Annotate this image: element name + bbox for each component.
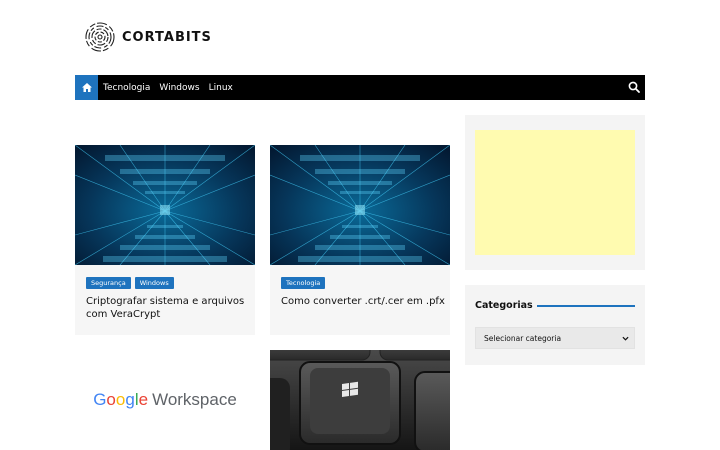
- search-icon[interactable]: [628, 81, 640, 93]
- post-tags: Segurança Windows: [86, 277, 178, 289]
- widget-title: Categorias: [475, 300, 533, 311]
- chevron-down-icon: [622, 336, 629, 341]
- post-card: Segurança Windows Criptografar sistema e…: [75, 145, 255, 335]
- tag-windows[interactable]: Windows: [134, 277, 174, 289]
- google-workspace-thumbnail[interactable]: Google Workspace: [75, 350, 255, 450]
- tag-seguranca[interactable]: Segurança: [86, 277, 131, 289]
- category-select[interactable]: Selecionar categoria: [475, 327, 635, 349]
- sidebar-ad-widget: [465, 115, 645, 270]
- site-name: CORTABITS: [122, 29, 212, 45]
- keyboard-thumbnail[interactable]: [270, 350, 450, 450]
- home-icon: [81, 83, 92, 92]
- categories-widget: Categorias Selecionar categoria: [465, 285, 645, 365]
- google-workspace-logo: Google Workspace: [93, 390, 237, 409]
- widget-title-divider: [537, 305, 635, 307]
- ad-slot[interactable]: [475, 130, 635, 255]
- post-title[interactable]: Como converter .crt/.cer em .pfx: [281, 295, 446, 308]
- post-image: [75, 145, 255, 265]
- main-navigation: Tecnologia Windows Linux: [75, 75, 645, 100]
- site-logo[interactable]: CORTABITS: [84, 21, 212, 53]
- post-tags: Tecnologia: [281, 277, 329, 289]
- keyboard-photo: [270, 350, 450, 450]
- nav-home-button[interactable]: [75, 75, 98, 100]
- post-title[interactable]: Criptografar sistema e arquivos com Vera…: [86, 295, 251, 321]
- fingerprint-icon: [85, 22, 115, 52]
- post-thumbnail[interactable]: [270, 145, 450, 265]
- tag-tecnologia[interactable]: Tecnologia: [281, 277, 326, 289]
- nav-item-linux[interactable]: Linux: [209, 83, 233, 93]
- post-image: [270, 145, 450, 265]
- post-thumbnail[interactable]: [75, 145, 255, 265]
- nav-item-windows[interactable]: Windows: [159, 83, 199, 93]
- category-select-value: Selecionar categoria: [484, 333, 562, 343]
- post-card: Tecnologia Como converter .crt/.cer em .…: [270, 145, 450, 335]
- nav-item-tecnologia[interactable]: Tecnologia: [103, 83, 150, 93]
